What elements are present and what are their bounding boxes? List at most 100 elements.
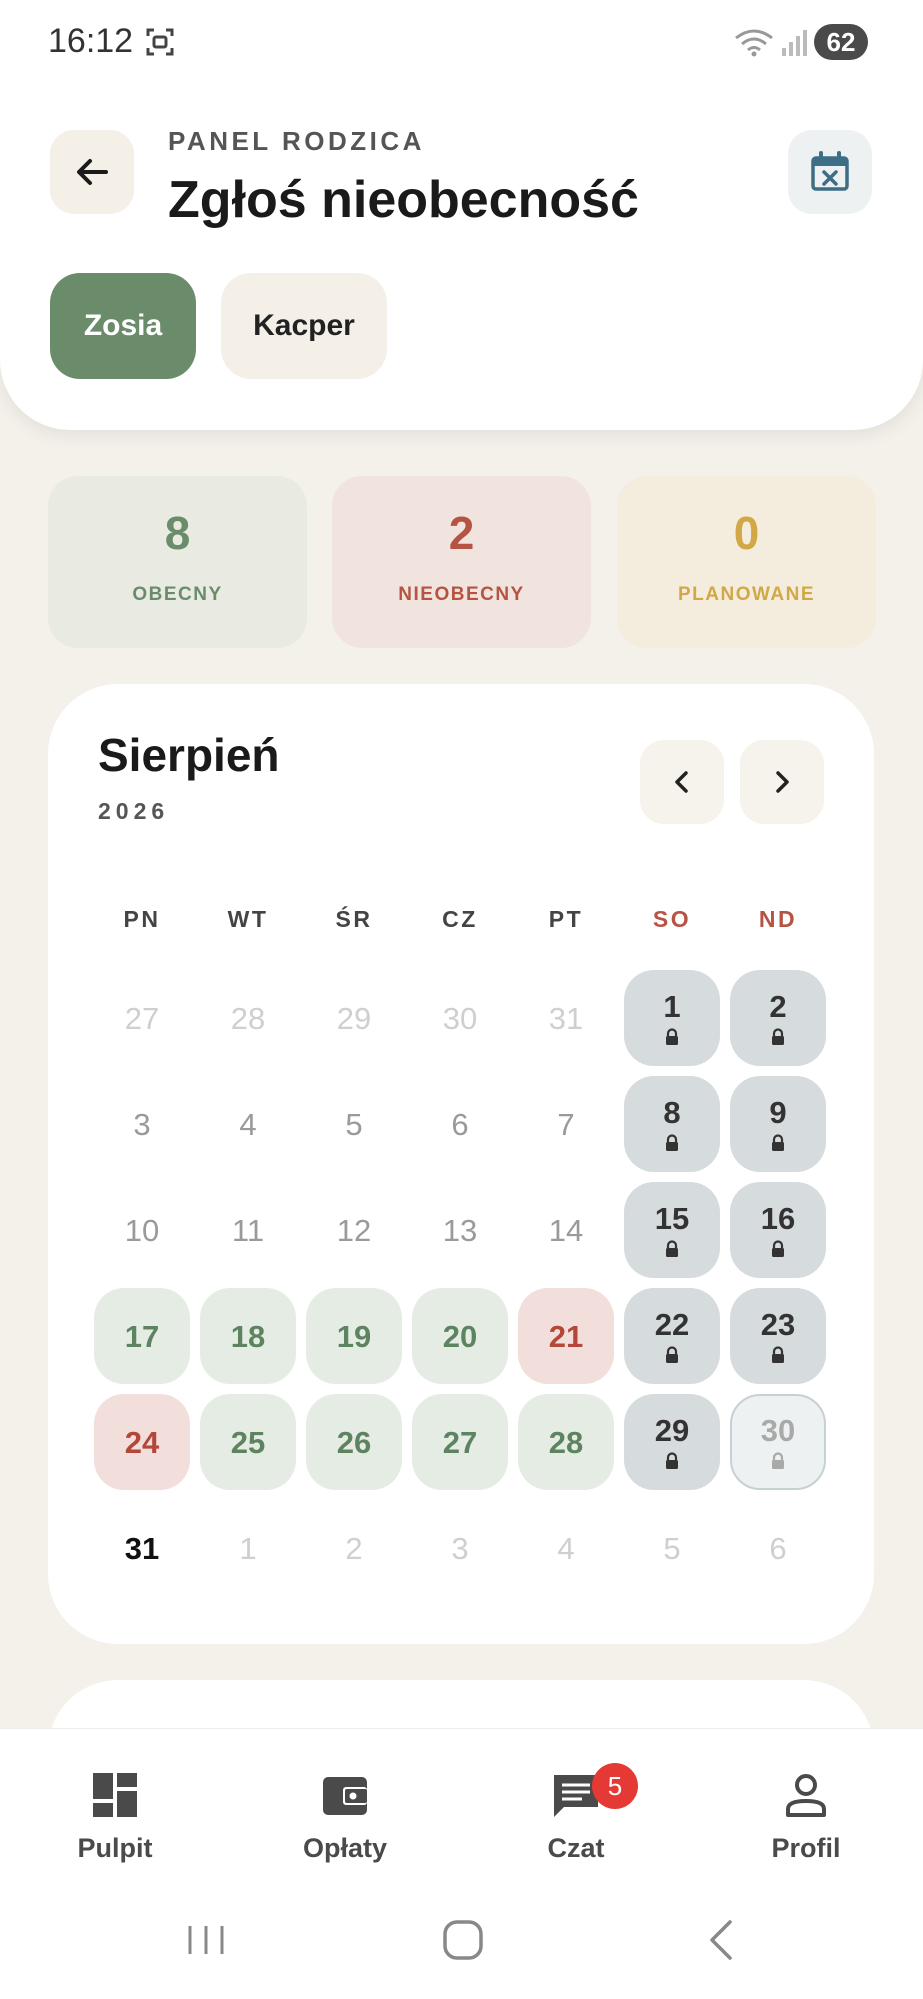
calendar-day[interactable]: 19: [306, 1288, 402, 1384]
day-number: 29: [654, 1412, 690, 1448]
day-number: 9: [769, 1094, 787, 1130]
calendar-day[interactable]: 9: [730, 1076, 826, 1172]
calendar-day[interactable]: 6: [412, 1076, 508, 1172]
weekday-label: ŚR: [335, 906, 373, 932]
calendar-day[interactable]: 17: [94, 1288, 190, 1384]
calendar-day[interactable]: 18: [200, 1288, 296, 1384]
calendar-day[interactable]: 28: [518, 1394, 614, 1490]
day-number: 28: [548, 1424, 584, 1460]
calendar-day[interactable]: 25: [200, 1394, 296, 1490]
day-number: 27: [124, 1000, 160, 1036]
day-number: 23: [760, 1306, 796, 1342]
calendar-day[interactable]: 31: [94, 1500, 190, 1596]
day-number: 29: [336, 1000, 372, 1036]
day-number: 20: [442, 1318, 478, 1354]
day-number: 12: [336, 1212, 372, 1248]
status-time: 16:12: [48, 22, 134, 60]
calendar-day[interactable]: 10: [94, 1182, 190, 1278]
home-icon[interactable]: [433, 1910, 493, 1970]
day-number: 16: [760, 1200, 796, 1236]
calendar-day: 30: [412, 970, 508, 1066]
stat-planned: 0 PLANOWANE: [617, 476, 876, 648]
nav-item-profil[interactable]: Profil: [726, 1769, 886, 1864]
day-number: 17: [124, 1318, 160, 1354]
day-number: 19: [336, 1318, 372, 1354]
child-chip-zosia[interactable]: Zosia: [50, 273, 196, 379]
day-number: 14: [548, 1212, 584, 1248]
day-number: 25: [230, 1424, 266, 1460]
next-month-button[interactable]: [740, 740, 824, 824]
recent-apps-icon[interactable]: [176, 1910, 236, 1970]
calendar-day[interactable]: 15: [624, 1182, 720, 1278]
calendar-day[interactable]: 16: [730, 1182, 826, 1278]
day-number: 3: [451, 1530, 469, 1566]
calendar-day[interactable]: 22: [624, 1288, 720, 1384]
stat-present-value: 8: [164, 507, 191, 559]
calendar-day[interactable]: 4: [200, 1076, 296, 1172]
lock-icon: [666, 1027, 678, 1045]
calendar-day[interactable]: 1: [624, 970, 720, 1066]
day-number: 22: [654, 1306, 690, 1342]
calendar-cancel-button[interactable]: [788, 130, 872, 214]
day-number: 13: [442, 1212, 478, 1248]
calendar-day[interactable]: 20: [412, 1288, 508, 1384]
calendar-day[interactable]: 30: [730, 1394, 826, 1490]
calendar-day[interactable]: 13: [412, 1182, 508, 1278]
day-number: 5: [663, 1530, 681, 1566]
weekday-label: SO: [652, 906, 692, 932]
lock-icon: [772, 1345, 784, 1363]
stat-planned-value: 0: [733, 507, 760, 559]
nav-item-oplaty[interactable]: Opłaty: [265, 1769, 425, 1864]
signal-icon: [782, 30, 807, 56]
dashboard-icon: [93, 1773, 137, 1817]
calendar-card: Sierpień 2026 PN WT ŚR CZ PT SO ND 27 28 29 30 31 1…: [48, 684, 874, 1644]
nav-label-profil: Profil: [771, 1833, 841, 1863]
battery-indicator: 62: [814, 24, 874, 60]
weekday-label: WT: [227, 906, 269, 932]
calendar-day[interactable]: 14: [518, 1182, 614, 1278]
calendar-day[interactable]: 27: [412, 1394, 508, 1490]
day-number: 3: [133, 1106, 151, 1142]
lock-icon: [772, 1027, 784, 1045]
prev-month-button[interactable]: [640, 740, 724, 824]
lock-icon: [666, 1451, 678, 1469]
wallet-icon: [323, 1777, 367, 1815]
calendar-day[interactable]: 29: [624, 1394, 720, 1490]
chevron-left-icon: [675, 771, 688, 793]
page-title: Zgłoś nieobecność: [168, 171, 639, 229]
calendar-day[interactable]: 23: [730, 1288, 826, 1384]
day-number: 27: [442, 1424, 478, 1460]
calendar-day[interactable]: 3: [94, 1076, 190, 1172]
calendar-day: 3: [412, 1500, 508, 1596]
day-number: 15: [654, 1200, 690, 1236]
nav-item-pulpit[interactable]: Pulpit: [35, 1769, 195, 1864]
back-nav-icon[interactable]: [692, 1910, 752, 1970]
weekday-label: PN: [123, 906, 161, 932]
day-number: 18: [230, 1318, 266, 1354]
nav-label-czat: Czat: [547, 1833, 605, 1863]
day-number: 4: [239, 1106, 257, 1142]
calendar-day[interactable]: 7: [518, 1076, 614, 1172]
child-chip-kacper[interactable]: Kacper: [221, 273, 387, 379]
back-button[interactable]: [50, 130, 134, 214]
lock-icon: [772, 1133, 784, 1151]
calendar-day[interactable]: 21: [518, 1288, 614, 1384]
calendar-day[interactable]: 5: [306, 1076, 402, 1172]
calendar-day[interactable]: 26: [306, 1394, 402, 1490]
nav-item-czat[interactable]: 5 Czat: [496, 1763, 656, 1864]
day-number: 2: [345, 1530, 363, 1566]
status-bar: 16:12 62: [0, 0, 923, 88]
calendar-day[interactable]: 11: [200, 1182, 296, 1278]
stat-absent-value: 2: [448, 507, 475, 559]
arrow-left-icon: [77, 159, 108, 185]
day-number: 11: [231, 1212, 265, 1248]
day-number: 10: [124, 1212, 160, 1248]
day-number: 31: [548, 1000, 584, 1036]
day-number: 5: [345, 1106, 363, 1142]
calendar-day[interactable]: 2: [730, 970, 826, 1066]
calendar-day[interactable]: 24: [94, 1394, 190, 1490]
screenshot-icon: [146, 28, 174, 56]
calendar-day[interactable]: 8: [624, 1076, 720, 1172]
day-number: 28: [230, 1000, 266, 1036]
calendar-day[interactable]: 12: [306, 1182, 402, 1278]
